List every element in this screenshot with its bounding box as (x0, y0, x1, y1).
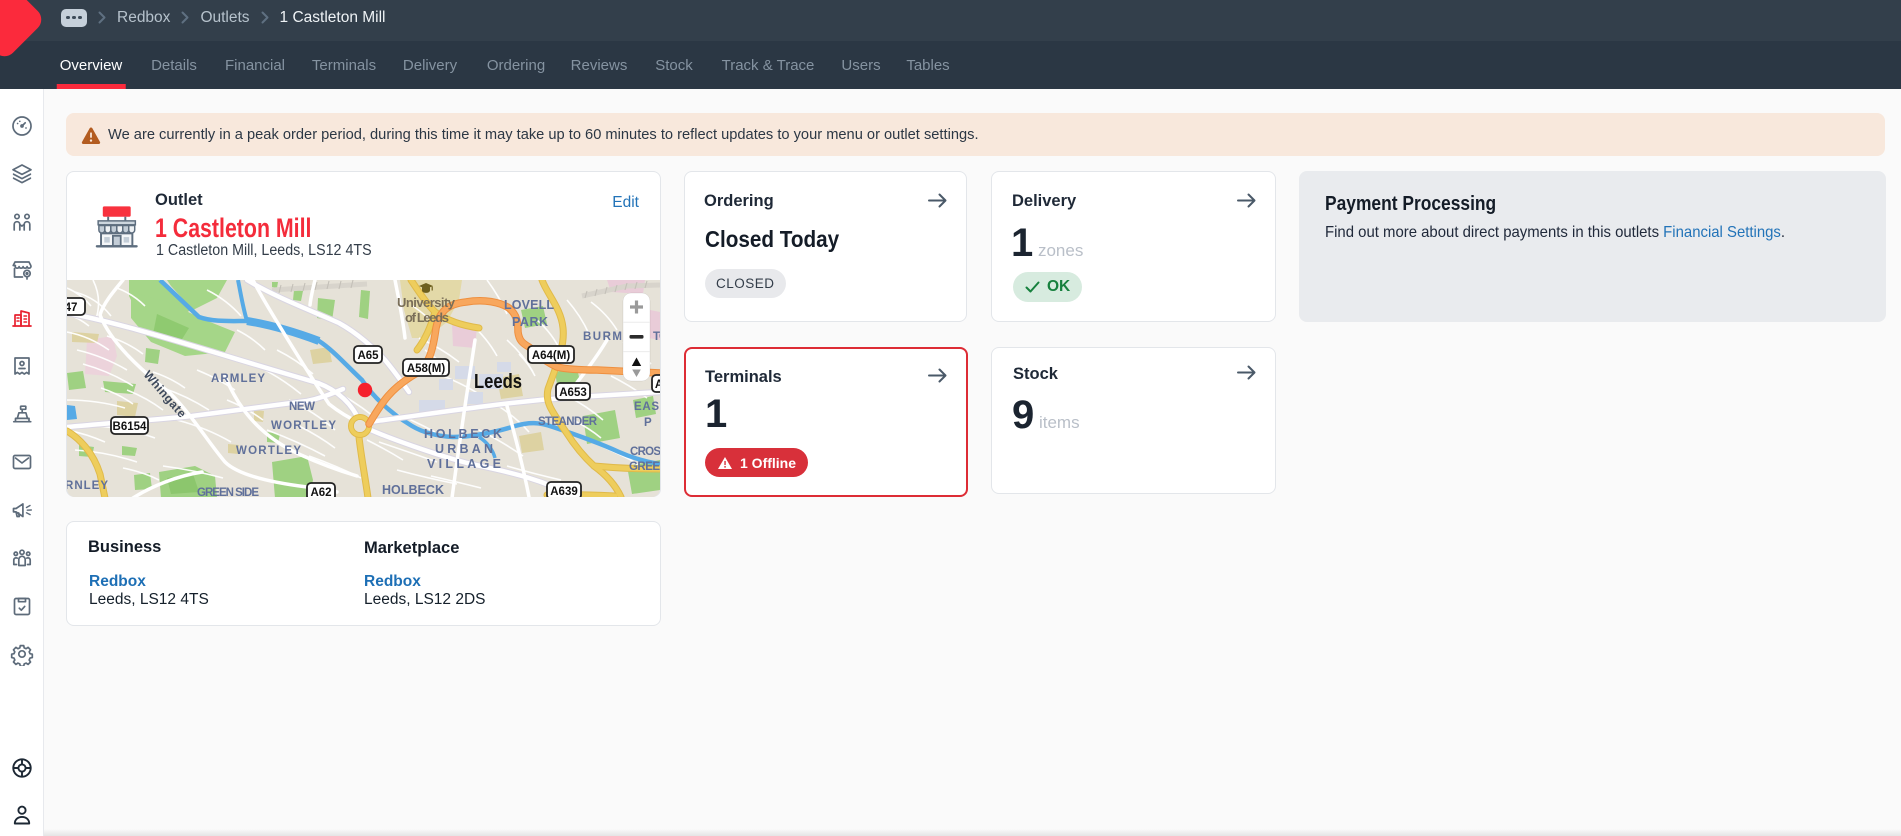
svg-text:University: University (397, 295, 456, 310)
svg-text:A62: A62 (310, 487, 331, 497)
svg-text:A653: A653 (559, 387, 587, 399)
svg-text:GREEN SIDE: GREEN SIDE (197, 487, 261, 497)
svg-text:A: A (655, 379, 660, 391)
svg-text:HOLBECK: HOLBECK (382, 483, 446, 497)
svg-text:GREE: GREE (629, 461, 660, 473)
svg-text:ARMLEY: ARMLEY (211, 373, 267, 385)
svg-text:47: 47 (67, 302, 77, 314)
svg-text:P: P (644, 417, 654, 429)
svg-text:NEW: NEW (289, 401, 317, 413)
svg-text:B6154: B6154 (113, 421, 147, 433)
svg-text:PARK: PARK (512, 315, 550, 329)
svg-text:WORTLEY: WORTLEY (271, 420, 338, 432)
svg-text:HOLBECK: HOLBECK (424, 427, 504, 441)
svg-text:URBAN: URBAN (435, 442, 495, 456)
svg-text:A64(M): A64(M) (532, 350, 571, 362)
svg-text:LOVELL: LOVELL (504, 298, 556, 312)
svg-text:A58(M): A58(M) (407, 363, 446, 375)
svg-text:TO: TO (653, 331, 660, 343)
svg-text:BURM: BURM (583, 331, 624, 343)
svg-text:A639: A639 (550, 486, 578, 497)
svg-text:WORTLEY: WORTLEY (236, 445, 303, 457)
svg-text:of Leeds: of Leeds (405, 310, 449, 325)
svg-text:A65: A65 (357, 350, 379, 362)
svg-text:CROS: CROS (630, 446, 660, 458)
svg-text:STEANDER: STEANDER (538, 416, 599, 428)
svg-text:RNLEY: RNLEY (67, 480, 110, 492)
svg-text:Leeds: Leeds (474, 371, 522, 393)
svg-text:EAS: EAS (634, 401, 660, 413)
